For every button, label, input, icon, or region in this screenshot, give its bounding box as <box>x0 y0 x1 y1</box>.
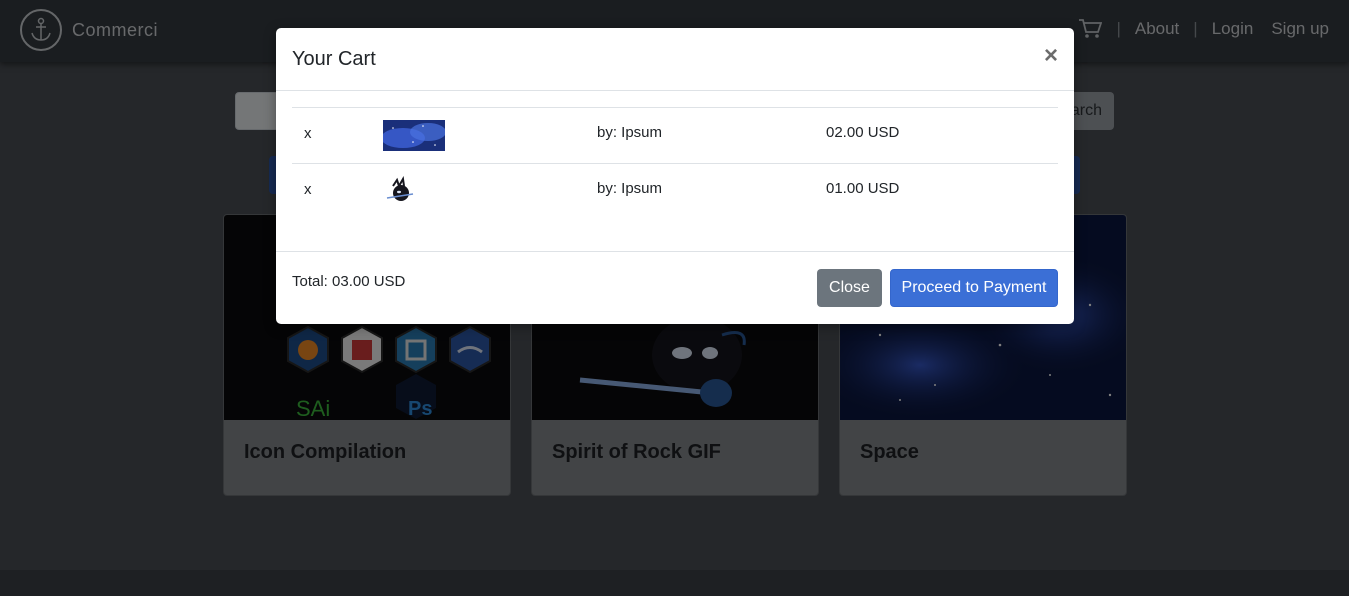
modal-footer: Total: 03.00 USD Close Proceed to Paymen… <box>276 251 1074 324</box>
item-thumbnail <box>383 120 445 151</box>
cart-table: x by: Ipsum 02.00 USD x by: Ipsum 01.00 … <box>292 107 1058 219</box>
cart-item-row: x by: Ipsum 02.00 USD <box>292 107 1058 163</box>
item-price: 01.00 USD <box>826 180 900 197</box>
item-thumbnail <box>383 176 445 207</box>
close-icon[interactable]: × <box>1044 44 1058 68</box>
item-seller: by: Ipsum <box>597 180 663 197</box>
modal-title: Your Cart <box>292 48 376 70</box>
item-price: 02.00 USD <box>826 124 900 141</box>
remove-item-button[interactable]: x <box>304 181 312 198</box>
close-button[interactable]: Close <box>817 269 882 307</box>
cart-modal: Your Cart × x by: Ipsum 02.00 USD x by: … <box>276 28 1074 324</box>
remove-item-button[interactable]: x <box>304 125 312 142</box>
modal-header: Your Cart × <box>276 28 1074 91</box>
proceed-to-payment-button[interactable]: Proceed to Payment <box>890 269 1058 307</box>
item-seller: by: Ipsum <box>597 124 663 141</box>
cart-total: Total: 03.00 USD <box>292 273 406 290</box>
cart-item-row: x by: Ipsum 01.00 USD <box>292 163 1058 219</box>
